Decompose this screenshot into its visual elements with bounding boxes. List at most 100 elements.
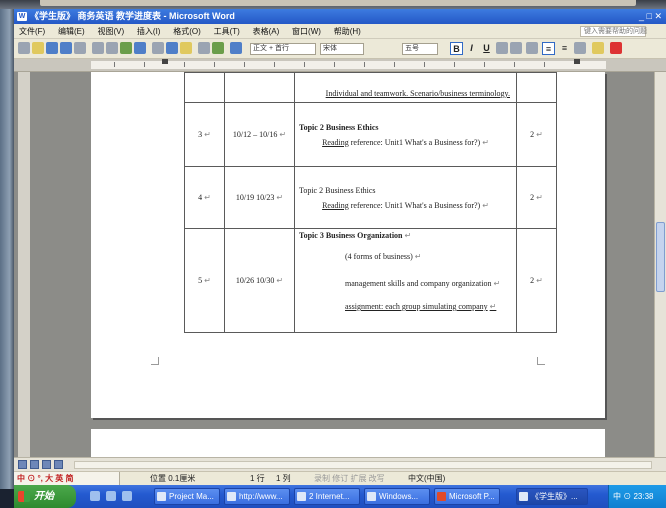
row-hours[interactable]: 2 ↵ xyxy=(516,166,557,229)
ruler-tick xyxy=(334,62,335,67)
quicklaunch-desktop-icon[interactable] xyxy=(106,491,116,501)
row-number-text: 4 xyxy=(198,193,203,202)
right-indent-marker[interactable] xyxy=(574,59,580,64)
italic-button[interactable]: I xyxy=(465,42,478,55)
table-cell[interactable]: Individual and teamwork. Scenario/busine… xyxy=(294,72,517,103)
row-dates[interactable]: 10/26 10/30 ↵ xyxy=(224,228,295,333)
document-page[interactable]: Individual and teamwork. Scenario/busine… xyxy=(91,72,605,418)
numbering-icon[interactable] xyxy=(574,42,586,54)
outline-view-icon[interactable] xyxy=(54,460,63,469)
paste-icon[interactable] xyxy=(180,42,192,54)
help-search-input[interactable]: 键入需要帮助的问题 xyxy=(580,26,647,37)
title-bar[interactable]: W 《学生版》 商务英语 教学进度表 - Microsoft Word _ □ … xyxy=(14,9,666,24)
vertical-scrollbar[interactable] xyxy=(654,72,666,457)
character-shading-icon[interactable] xyxy=(510,42,522,54)
margin-corner-mark xyxy=(151,357,159,365)
redo-icon[interactable] xyxy=(212,42,224,54)
taskbar-item[interactable]: Project Ma... xyxy=(154,488,220,505)
row-dates[interactable]: 10/19 10/23 ↵ xyxy=(224,166,295,229)
horizontal-scrollbar[interactable] xyxy=(74,461,652,469)
row-dates[interactable]: 10/12 – 10/16 ↵ xyxy=(224,102,295,167)
style-select[interactable]: 正文 + 首行 xyxy=(250,43,316,55)
ruler-tick xyxy=(214,62,215,67)
insert-table-icon[interactable] xyxy=(230,42,242,54)
taskbar-item[interactable]: 2 Internet... xyxy=(294,488,360,505)
indent-marker[interactable] xyxy=(162,59,168,64)
font-size-select[interactable]: 五号 xyxy=(402,43,438,55)
permission-icon[interactable] xyxy=(60,42,72,54)
vertical-ruler xyxy=(18,72,30,457)
taskbar-item[interactable]: Windows... xyxy=(364,488,430,505)
window-controls[interactable]: _ □ ✕ xyxy=(639,9,662,24)
font-select[interactable]: 宋体 xyxy=(320,43,364,55)
print-icon[interactable] xyxy=(92,42,104,54)
open-folder-icon[interactable] xyxy=(32,42,44,54)
print-layout-icon[interactable] xyxy=(42,460,51,469)
scrollbar-thumb[interactable] xyxy=(656,222,665,292)
row-topic[interactable]: Topic 3 Business Organization ↵ (4 forms … xyxy=(294,228,517,333)
quicklaunch-ie-icon[interactable] xyxy=(90,491,100,501)
ruler-tick xyxy=(484,62,485,67)
quicklaunch-media-icon[interactable] xyxy=(122,491,132,501)
paragraph-mark: ↵ xyxy=(204,193,211,202)
undo-icon[interactable] xyxy=(198,42,210,54)
print-preview-icon[interactable] xyxy=(106,42,118,54)
start-button[interactable]: 开始 xyxy=(14,485,76,508)
menu-insert[interactable]: 插入(I) xyxy=(132,24,166,38)
font-color-icon[interactable] xyxy=(610,42,622,54)
research-icon[interactable] xyxy=(134,42,146,54)
align-left-icon[interactable] xyxy=(526,42,538,54)
document-area[interactable]: Individual and teamwork. Scenario/busine… xyxy=(14,72,666,457)
save-icon[interactable] xyxy=(46,42,58,54)
taskbar-item[interactable]: Microsoft P... xyxy=(434,488,500,505)
menu-tools[interactable]: 工具(T) xyxy=(209,24,245,38)
paragraph-mark: ↵ xyxy=(204,130,211,139)
web-view-icon[interactable] xyxy=(30,460,39,469)
menu-view[interactable]: 视图(V) xyxy=(92,24,129,38)
highlight-icon[interactable] xyxy=(592,42,604,54)
underline-button[interactable]: U xyxy=(480,42,493,55)
row-number[interactable]: 3 ↵ xyxy=(184,102,225,167)
table-row: Individual and teamwork. Scenario/busine… xyxy=(184,72,557,103)
align-center-button[interactable]: ≡ xyxy=(558,42,571,55)
bold-button[interactable]: B xyxy=(450,42,463,55)
row-number[interactable]: 5 ↵ xyxy=(184,228,225,333)
taskbar-item-active[interactable]: 《学生版》... xyxy=(516,488,588,505)
menu-help[interactable]: 帮助(H) xyxy=(329,24,366,38)
row-topic[interactable]: Topic 2 Business Ethics Reading referenc… xyxy=(294,102,517,167)
table-cell[interactable] xyxy=(516,72,557,103)
table-cell[interactable] xyxy=(224,72,295,103)
standard-toolbar: 正文 + 首行 宋体 五号 B I U ≡ ≡ xyxy=(14,39,666,59)
menu-format[interactable]: 格式(O) xyxy=(168,24,206,38)
table-cell[interactable] xyxy=(184,72,225,103)
paragraph-mark: ↵ xyxy=(489,302,497,311)
row-topic[interactable]: Topic 2 Business Ethics Reading referenc… xyxy=(294,166,517,229)
cut-icon[interactable] xyxy=(152,42,164,54)
menu-edit[interactable]: 编辑(E) xyxy=(53,24,90,38)
row-number[interactable]: 4 ↵ xyxy=(184,166,225,229)
tray-text: 中 ⊙ 23:38 xyxy=(613,492,654,501)
email-icon[interactable] xyxy=(74,42,86,54)
row-hours[interactable]: 2 ↵ xyxy=(516,228,557,333)
new-document-icon[interactable] xyxy=(18,42,30,54)
row-hours[interactable]: 2 ↵ xyxy=(516,102,557,167)
copy-icon[interactable] xyxy=(166,42,178,54)
system-tray[interactable]: 中 ⊙ 23:38 xyxy=(608,485,666,508)
normal-view-icon[interactable] xyxy=(18,460,27,469)
ime-toolbar[interactable]: 中 ⊙ °, 大 英 简 xyxy=(14,472,120,485)
align-justify-button[interactable]: ≡ xyxy=(542,42,555,55)
partial-row-text: Individual and teamwork. Scenario/busine… xyxy=(325,89,510,98)
status-modes[interactable]: 录制 修订 扩展 改写 xyxy=(314,472,385,485)
horizontal-ruler[interactable] xyxy=(14,59,666,72)
character-border-icon[interactable] xyxy=(496,42,508,54)
menu-table[interactable]: 表格(A) xyxy=(248,24,285,38)
topic-title: Topic 2 Business Ethics xyxy=(299,122,379,132)
spelling-icon[interactable] xyxy=(120,42,132,54)
ruler-tick xyxy=(184,62,185,67)
taskbar: 开始 Project Ma... http://www... 2 Interne… xyxy=(14,485,666,508)
screen: W 《学生版》 商务英语 教学进度表 - Microsoft Word _ □ … xyxy=(14,9,666,508)
taskbar-item[interactable]: http://www... xyxy=(224,488,290,505)
next-document-page[interactable] xyxy=(91,429,605,457)
menu-window[interactable]: 窗口(W) xyxy=(287,24,326,38)
menu-file[interactable]: 文件(F) xyxy=(14,24,50,38)
